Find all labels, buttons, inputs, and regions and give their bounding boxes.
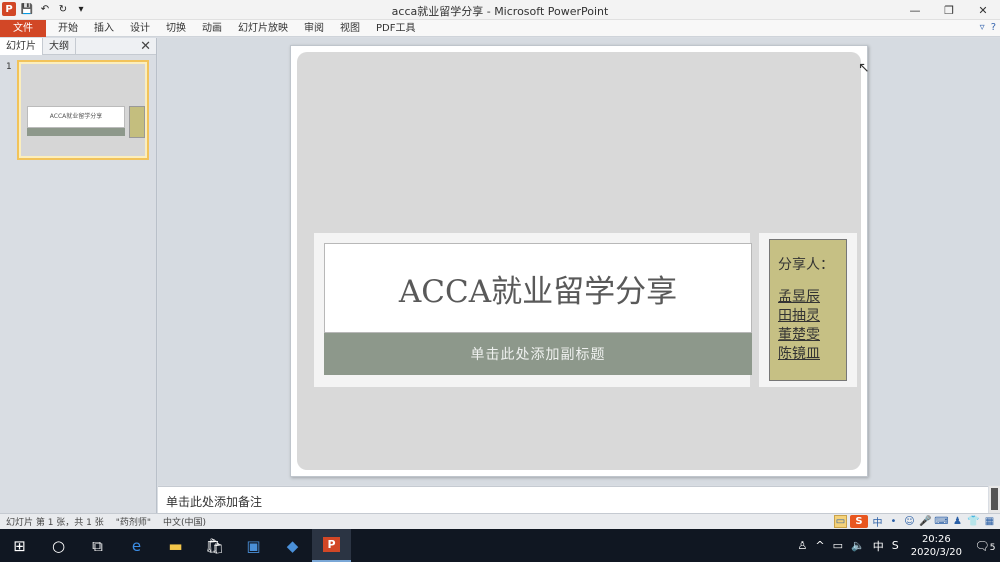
close-button[interactable]: ✕ — [966, 0, 1000, 20]
windows-start-icon[interactable]: ⊞ — [0, 529, 39, 562]
tab-pdf-tools[interactable]: PDF工具 — [368, 20, 423, 37]
store-icon[interactable]: 🛍 — [195, 529, 234, 562]
notifications-icon[interactable]: 🗨5 — [970, 539, 1000, 553]
subtitle-placeholder[interactable]: 单击此处添加副标题 — [324, 333, 752, 375]
tab-transitions[interactable]: 切换 — [158, 20, 194, 37]
tab-review[interactable]: 审阅 — [296, 20, 332, 37]
theme-name[interactable]: "药剂师" — [110, 515, 157, 528]
people-icon[interactable]: ♙ — [794, 539, 812, 552]
sharer-name: 孟昱辰 — [778, 289, 820, 305]
user-icon[interactable]: ♟ — [951, 515, 964, 528]
skin-icon[interactable]: 👕 — [967, 515, 980, 528]
chinese-mode-icon[interactable]: 中 — [871, 515, 884, 529]
sharer-name: 陈镜皿 — [778, 346, 820, 362]
system-tray: ♙ ^ ▭ 🔈 中 S 20:26 2020/3/20 🗨5 — [794, 529, 1000, 562]
powerpoint-taskbar-icon[interactable]: P — [312, 529, 351, 562]
toolbox-icon[interactable]: ▦ — [983, 515, 996, 528]
thumbnail-subtitle-bar — [27, 128, 125, 136]
tab-outline[interactable]: 大纲 — [43, 37, 76, 55]
keyboard-icon[interactable]: ⌨ — [934, 515, 948, 528]
title-placeholder[interactable]: ACCA就业留学分享 — [324, 243, 752, 333]
time: 20:26 — [921, 533, 951, 545]
emoji-icon[interactable]: ☺ — [903, 515, 916, 528]
normal-view-icon[interactable]: ▭ — [834, 515, 847, 528]
slide-background: ACCA就业留学分享 单击此处添加副标题 分享人： 孟昱辰 田抽灵 董楚雯 陈镜… — [297, 52, 861, 470]
sharer-name: 董楚雯 — [778, 327, 820, 343]
edge-browser-icon[interactable]: e — [117, 529, 156, 562]
sogou-ime-icon[interactable]: S — [850, 515, 868, 528]
clock[interactable]: 20:26 2020/3/20 — [903, 533, 970, 559]
tab-slides[interactable]: 幻灯片 — [0, 37, 43, 55]
tab-animations[interactable]: 动画 — [194, 20, 230, 37]
title-frame: ACCA就业留学分享 单击此处添加副标题 — [314, 233, 752, 387]
title-bar: P 💾 ↶ ↻ ▾ acca就业留学分享 - Microsoft PowerPo… — [0, 0, 1000, 20]
minimize-ribbon-icon[interactable]: ▿ — [980, 22, 985, 33]
slide-thumbnail[interactable]: ACCA就业留学分享 — [17, 60, 149, 160]
volume-icon[interactable]: 🔈 — [847, 539, 869, 552]
language[interactable]: 中文(中国) — [157, 515, 212, 528]
thumbnail-title: ACCA就业留学分享 — [27, 106, 125, 128]
shield-app-icon[interactable]: ◆ — [273, 529, 312, 562]
sogou-tray-icon[interactable]: S — [888, 539, 903, 552]
window-controls: — ❐ ✕ — [898, 0, 1000, 20]
battery-icon[interactable]: ▭ — [829, 539, 847, 552]
tab-slideshow[interactable]: 幻灯片放映 — [230, 20, 296, 37]
slide-title: ACCA就业留学分享 — [398, 273, 678, 310]
notes-scrollbar[interactable] — [989, 486, 1000, 513]
chevron-up-icon[interactable]: ^ — [811, 539, 828, 552]
close-panel-icon[interactable]: ✕ — [140, 39, 151, 54]
subtitle-text: 单击此处添加副标题 — [470, 347, 606, 363]
restore-button[interactable]: ❐ — [932, 0, 966, 20]
ribbon-tabs: 文件 开始 插入 设计 切换 动画 幻灯片放映 审阅 视图 PDF工具 ▿ ? — [0, 19, 1000, 37]
sharer-frame: 分享人： 孟昱辰 田抽灵 董楚雯 陈镜皿 — [759, 233, 857, 387]
ime-tray-icon[interactable]: 中 — [869, 538, 888, 554]
sharer-label: 分享人： — [778, 257, 834, 273]
taskbar: ⊞ ○ ⧉ e ▬ 🛍 ▣ ◆ P ♙ ^ ▭ 🔈 中 S 20:26 2020… — [0, 529, 1000, 562]
date: 2020/3/20 — [910, 546, 962, 558]
window-title: acca就业留学分享 - Microsoft PowerPoint — [391, 5, 609, 18]
tab-file[interactable]: 文件 — [0, 19, 46, 37]
tab-design[interactable]: 设计 — [122, 20, 158, 37]
file-explorer-icon[interactable]: ▬ — [156, 529, 195, 562]
notes-pane[interactable]: 单击此处添加备注 — [158, 486, 988, 513]
tab-home[interactable]: 开始 — [50, 20, 86, 37]
slides-panel: 幻灯片 大纲 ✕ 1 ACCA就业留学分享 — [0, 37, 157, 513]
thumbnail-side-box — [129, 106, 145, 138]
sharer-textbox[interactable]: 分享人： 孟昱辰 田抽灵 董楚雯 陈镜皿 — [769, 239, 847, 381]
punctuation-icon[interactable]: • — [887, 515, 900, 528]
status-bar: 幻灯片 第 1 张，共 1 张 "药剂师" 中文(中国) ▭ S 中 • ☺ 🎤… — [0, 513, 1000, 529]
sharer-name: 田抽灵 — [778, 308, 820, 324]
notes-placeholder: 单击此处添加备注 — [166, 495, 263, 509]
slide-number: 1 — [6, 62, 12, 72]
mouse-cursor-icon: ↖ — [858, 60, 870, 76]
task-view-icon[interactable]: ⧉ — [78, 529, 117, 562]
tab-view[interactable]: 视图 — [332, 20, 368, 37]
help-icon[interactable]: ? — [991, 22, 996, 33]
tab-insert[interactable]: 插入 — [86, 20, 122, 37]
slide-canvas[interactable]: ACCA就业留学分享 单击此处添加副标题 分享人： 孟昱辰 田抽灵 董楚雯 陈镜… — [290, 45, 868, 477]
app-icon[interactable]: ▣ — [234, 529, 273, 562]
slide-info: 幻灯片 第 1 张，共 1 张 — [6, 518, 104, 528]
voice-icon[interactable]: 🎤 — [919, 515, 932, 528]
search-icon[interactable]: ○ — [39, 529, 78, 562]
minimize-button[interactable]: — — [898, 0, 932, 20]
